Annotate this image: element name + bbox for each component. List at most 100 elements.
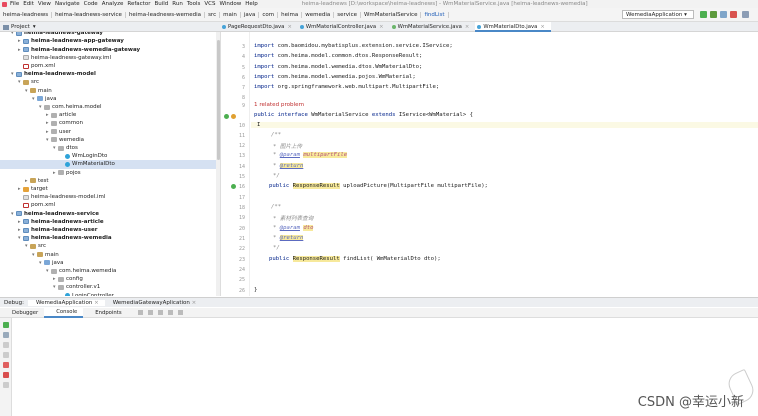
- close-icon[interactable]: ×: [465, 24, 469, 30]
- project-tree: ▾ heima-leadnews-gateway ▸ heima-leadnews-a…: [0, 32, 216, 296]
- tree-item[interactable]: LoginController: [0, 291, 114, 296]
- tab-wm-material-service[interactable]: WmMaterialService.java ×: [390, 22, 476, 32]
- line-number[interactable]: 14: [239, 164, 245, 170]
- breadcrumb-item[interactable]: heima-leadnews-wemedia: [126, 11, 206, 18]
- menu-bar: File Edit View Navigate Code Analyze Ref…: [0, 0, 758, 8]
- menu-help[interactable]: Help: [245, 1, 258, 7]
- menu-refactor[interactable]: Refactor: [127, 1, 150, 7]
- line-number[interactable]: 9: [242, 103, 245, 109]
- breadcrumb-item[interactable]: heima: [278, 11, 303, 18]
- debug-icon[interactable]: [710, 11, 717, 18]
- debug-session-gateway[interactable]: WemediaGatewayAplication ×: [105, 300, 203, 306]
- breadcrumb-item[interactable]: src: [205, 11, 221, 18]
- menu-analyze[interactable]: Analyze: [102, 1, 124, 7]
- breadcrumb-item[interactable]: findList: [421, 11, 449, 18]
- menu-build[interactable]: Build: [154, 1, 168, 7]
- line-number[interactable]: 26: [239, 288, 245, 294]
- line-number[interactable]: 13: [239, 153, 245, 159]
- tree-item-label: test: [38, 177, 49, 184]
- step-over-icon[interactable]: [137, 310, 143, 315]
- line-number[interactable]: 5: [242, 65, 245, 71]
- stop-icon[interactable]: [730, 11, 737, 18]
- tab-endpoints[interactable]: Endpoints: [83, 310, 127, 316]
- close-icon[interactable]: ×: [379, 24, 383, 30]
- line-number[interactable]: 24: [239, 267, 245, 273]
- breadcrumb-item[interactable]: wemedia: [302, 11, 335, 18]
- menu-tools[interactable]: Tools: [187, 1, 201, 7]
- rerun-icon[interactable]: [3, 322, 9, 328]
- tab-page-request-dto[interactable]: PageRequestDto.java ×: [220, 22, 298, 32]
- breadcrumb-item[interactable]: heima-leadnews: [0, 11, 53, 18]
- menu-edit[interactable]: Edit: [23, 1, 34, 7]
- menu-window[interactable]: Window: [220, 1, 242, 7]
- line-number[interactable]: 4: [242, 54, 245, 60]
- breadcrumb-item[interactable]: WmMaterialService: [361, 11, 422, 18]
- javadoc-param: * @param dto: [273, 225, 314, 231]
- line-number[interactable]: 6: [242, 75, 245, 81]
- module-icon: [23, 235, 29, 241]
- line-number[interactable]: 8: [242, 95, 245, 101]
- tab-wm-material-controller[interactable]: WmMaterialController.java ×: [298, 22, 390, 32]
- tab-debugger[interactable]: Debugger: [0, 310, 44, 316]
- resume-icon[interactable]: [3, 342, 9, 348]
- line-number[interactable]: 19: [239, 215, 245, 221]
- settings-icon[interactable]: [3, 332, 9, 338]
- bulb-icon[interactable]: [231, 114, 236, 119]
- debug-session-wemedia[interactable]: WemediaApplication ×: [27, 299, 105, 306]
- line-number[interactable]: 15: [239, 174, 245, 180]
- stop-icon[interactable]: [3, 362, 9, 368]
- menu-view[interactable]: View: [38, 1, 51, 7]
- line-number[interactable]: 25: [239, 277, 245, 283]
- search-everywhere-icon[interactable]: [742, 11, 749, 18]
- coverage-icon[interactable]: [720, 11, 727, 18]
- tree-item-label: heima-leadnews-wemedia-gateway: [31, 46, 141, 53]
- source-folder-icon: [37, 96, 43, 102]
- line-number[interactable]: 3: [242, 44, 245, 50]
- menu-run[interactable]: Run: [172, 1, 183, 7]
- evaluate-icon[interactable]: [177, 310, 183, 315]
- code-line-import: import com.baomidou.mybatisplus.extensio…: [254, 43, 453, 49]
- close-icon[interactable]: ×: [540, 24, 544, 30]
- step-out-icon[interactable]: [157, 310, 163, 315]
- run-icon[interactable]: [700, 11, 707, 18]
- code-editor[interactable]: import com.baomidou.mybatisplus.extensio…: [251, 32, 758, 296]
- step-into-icon[interactable]: [147, 310, 153, 315]
- project-panel-title[interactable]: Project: [11, 24, 30, 30]
- line-number[interactable]: 11: [239, 133, 245, 139]
- line-number[interactable]: 21: [239, 236, 245, 242]
- tab-wm-material-dto[interactable]: WmMaterialDto.java ×: [475, 22, 551, 32]
- related-problems-hint[interactable]: 1 related problem: [254, 102, 304, 108]
- breadcrumb-item[interactable]: heima-leadnews-service: [52, 11, 126, 18]
- folder-icon: [23, 79, 29, 85]
- line-number[interactable]: 12: [239, 143, 245, 149]
- menu-code[interactable]: Code: [84, 1, 98, 7]
- line-number[interactable]: 17: [239, 195, 245, 201]
- line-number[interactable]: 10: [239, 123, 245, 129]
- menu-navigate[interactable]: Navigate: [55, 1, 80, 7]
- tab-console[interactable]: Console: [44, 307, 84, 318]
- run-to-cursor-icon[interactable]: [167, 310, 173, 315]
- tree-scrollbar-thumb[interactable]: [217, 40, 220, 160]
- implemented-icon[interactable]: [224, 114, 229, 119]
- close-icon[interactable]: ×: [287, 24, 291, 30]
- line-number[interactable]: 22: [239, 246, 245, 252]
- mute-breakpoints-icon[interactable]: [3, 382, 9, 388]
- menu-vcs[interactable]: VCS: [204, 1, 215, 7]
- line-number[interactable]: 20: [239, 226, 245, 232]
- implemented-icon[interactable]: [231, 184, 236, 189]
- breakpoints-icon[interactable]: [3, 372, 9, 378]
- chevron-down-icon[interactable]: ▾: [33, 24, 36, 30]
- code-line-import: import com.heima.model.wemedia.dtos.WmMa…: [254, 64, 423, 70]
- line-number[interactable]: 7: [242, 85, 245, 91]
- run-configuration-select[interactable]: WemediaApplication ▾: [622, 10, 694, 19]
- line-number[interactable]: 18: [239, 205, 245, 211]
- pause-icon[interactable]: [3, 352, 9, 358]
- breadcrumb-item[interactable]: service: [334, 11, 361, 18]
- breadcrumb-item[interactable]: java: [241, 11, 260, 18]
- line-number[interactable]: 16: [239, 184, 245, 190]
- menu-file[interactable]: File: [10, 1, 19, 7]
- tree-item-label: pojos: [66, 169, 81, 176]
- breadcrumb-item[interactable]: com: [259, 11, 279, 18]
- line-number[interactable]: 23: [239, 257, 245, 263]
- breadcrumb-item[interactable]: main: [220, 11, 241, 18]
